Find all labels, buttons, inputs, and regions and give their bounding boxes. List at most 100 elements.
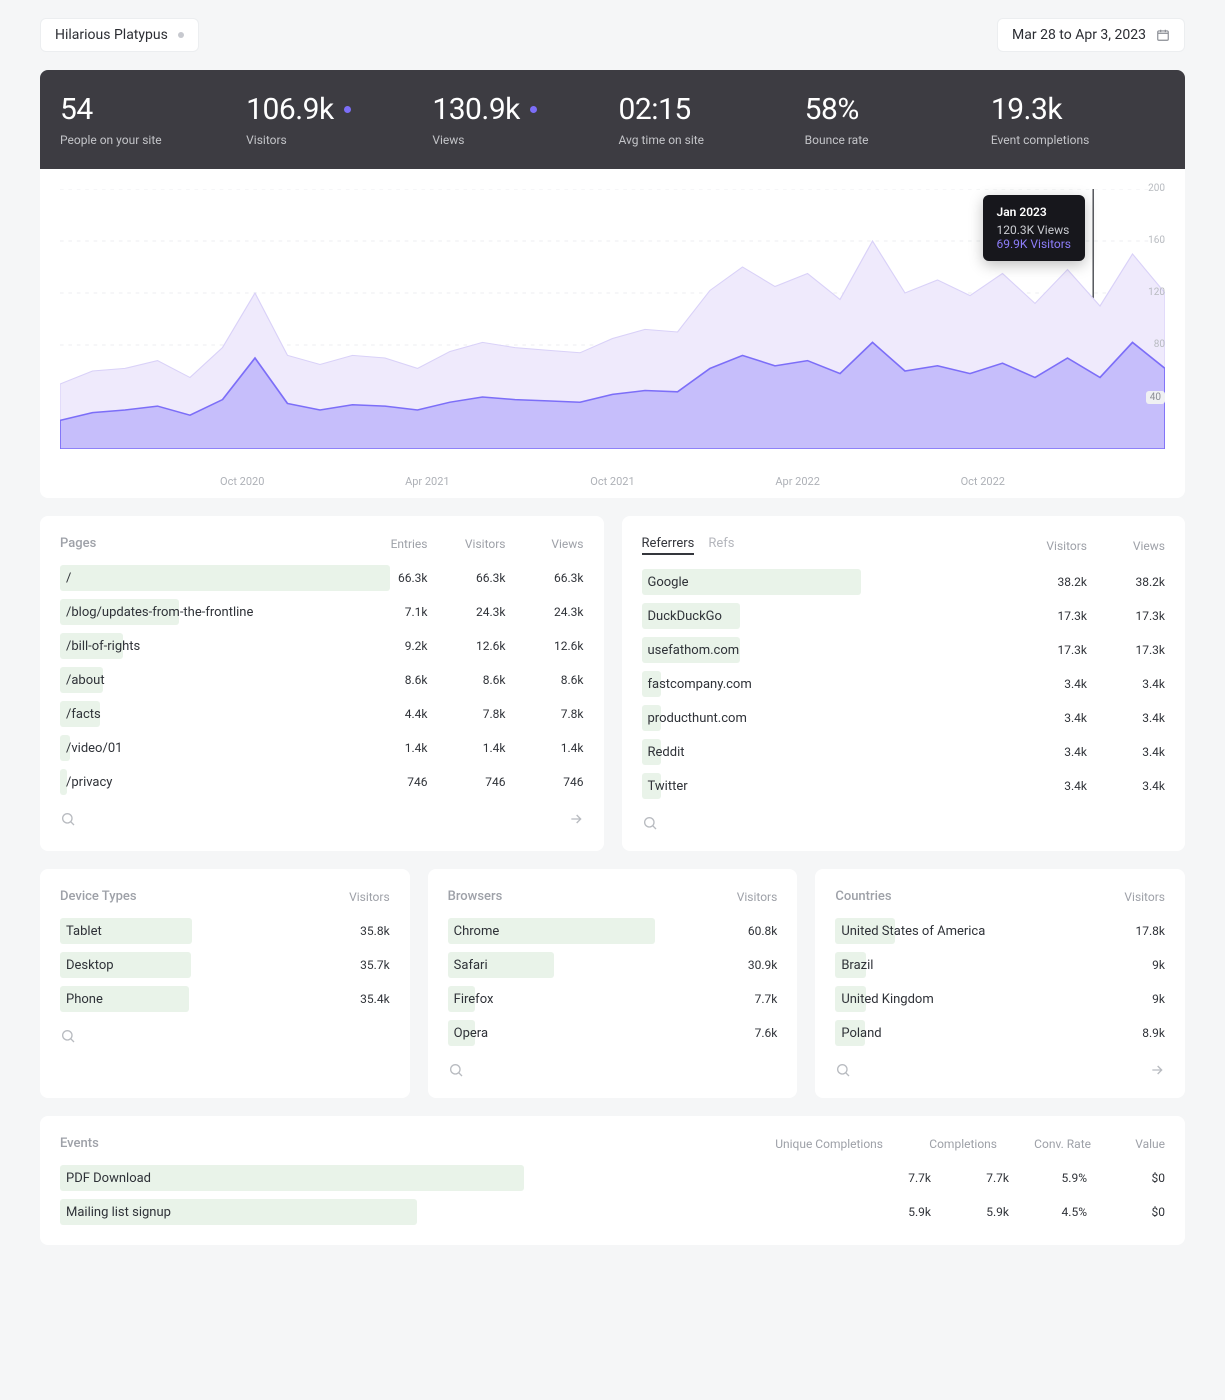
events-columns: Unique CompletionsCompletionsConv. RateV… xyxy=(773,1137,1165,1151)
x-tick-label: Oct 2022 xyxy=(961,475,1005,488)
row-value: 3.4k xyxy=(1111,677,1165,691)
list-item[interactable]: Firefox7.7k xyxy=(448,986,778,1012)
list-item[interactable]: Chrome60.8k xyxy=(448,918,778,944)
row-label: Opera xyxy=(448,1026,724,1041)
stat-item[interactable]: 58%Bounce rate xyxy=(805,92,979,147)
list-item[interactable]: Opera7.6k xyxy=(448,1020,778,1046)
list-item[interactable]: /66.3k66.3k66.3k xyxy=(60,565,584,591)
row-label: Brazil xyxy=(835,958,1111,973)
arrow-right-icon[interactable] xyxy=(1149,1062,1165,1078)
dropdown-indicator-icon xyxy=(178,32,184,38)
list-item[interactable]: Mailing list signup5.9k5.9k4.5%$0 xyxy=(60,1199,1165,1225)
row-value: 1.4k xyxy=(374,741,428,755)
row-value: 30.9k xyxy=(723,958,777,972)
row-label: PDF Download xyxy=(60,1171,877,1186)
list-item[interactable]: PDF Download7.7k7.7k5.9%$0 xyxy=(60,1165,1165,1191)
list-item[interactable]: /blog/updates-from-the-frontline7.1k24.3… xyxy=(60,599,584,625)
date-range-label: Mar 28 to Apr 3, 2023 xyxy=(1012,27,1146,43)
row-value: 17.8k xyxy=(1111,924,1165,938)
row-value: 4.5% xyxy=(1033,1205,1087,1219)
countries-title: Countries xyxy=(835,889,891,904)
list-item[interactable]: Poland8.9k xyxy=(835,1020,1165,1046)
tab-refs[interactable]: Refs xyxy=(708,536,734,555)
stat-item[interactable]: 02:15Avg time on site xyxy=(619,92,793,147)
row-label: /blog/updates-from-the-frontline xyxy=(60,605,374,620)
row-label: Firefox xyxy=(448,992,724,1007)
stat-label: People on your site xyxy=(60,133,234,147)
list-item[interactable]: Google38.2k38.2k xyxy=(642,569,1166,595)
tooltip-views: 120.3K Views xyxy=(997,223,1071,237)
list-item[interactable]: Reddit3.4k3.4k xyxy=(642,739,1166,765)
arrow-right-icon[interactable] xyxy=(568,811,584,827)
list-item[interactable]: Phone35.4k xyxy=(60,986,390,1012)
row-label: Poland xyxy=(835,1026,1111,1041)
date-range-selector[interactable]: Mar 28 to Apr 3, 2023 xyxy=(997,18,1185,52)
events-list: PDF Download7.7k7.7k5.9%$0Mailing list s… xyxy=(60,1165,1165,1225)
row-label: /about xyxy=(60,673,374,688)
row-value: 9k xyxy=(1111,992,1165,1006)
stat-label: Event completions xyxy=(991,133,1165,147)
list-item[interactable]: Brazil9k xyxy=(835,952,1165,978)
column-header: Views xyxy=(1111,539,1165,553)
row-value: 3.4k xyxy=(1033,711,1087,725)
column-header: Completions xyxy=(907,1137,997,1151)
stat-item[interactable]: 19.3k Event completions xyxy=(991,92,1165,147)
browsers-card: Browsers Visitors Chrome60.8kSafari30.9k… xyxy=(428,869,798,1098)
row-value: 3.4k xyxy=(1111,745,1165,759)
stat-value: 130.9k xyxy=(432,92,520,127)
search-icon[interactable] xyxy=(835,1062,851,1078)
row-value: 9.2k xyxy=(374,639,428,653)
row-value: 746 xyxy=(452,775,506,789)
stat-label: Visitors xyxy=(246,133,420,147)
list-item[interactable]: Twitter3.4k3.4k xyxy=(642,773,1166,799)
row-label: /privacy xyxy=(60,775,374,790)
list-item[interactable]: /privacy746746746 xyxy=(60,769,584,795)
stat-item[interactable]: 106.9kVisitors xyxy=(246,92,420,147)
row-value: 38.2k xyxy=(1111,575,1165,589)
list-item[interactable]: DuckDuckGo17.3k17.3k xyxy=(642,603,1166,629)
events-card: Events Unique CompletionsCompletionsConv… xyxy=(40,1116,1185,1245)
list-item[interactable]: usefathom.com17.3k17.3k xyxy=(642,637,1166,663)
row-value: 5.9% xyxy=(1033,1171,1087,1185)
list-item[interactable]: /about8.6k8.6k8.6k xyxy=(60,667,584,693)
traffic-chart[interactable]: 2001601208040 Jan 2023 120.3K Views 69.9… xyxy=(60,189,1165,469)
row-label: Tablet xyxy=(60,924,336,939)
list-item[interactable]: Safari30.9k xyxy=(448,952,778,978)
search-icon[interactable] xyxy=(642,815,658,831)
countries-card: Countries Visitors United States of Amer… xyxy=(815,869,1185,1098)
row-label: DuckDuckGo xyxy=(642,609,1034,624)
site-selector[interactable]: Hilarious Platypus xyxy=(40,18,199,52)
tab-referrers[interactable]: Referrers xyxy=(642,536,695,555)
row-value: $0 xyxy=(1111,1205,1165,1219)
stat-item[interactable]: 130.9kViews xyxy=(432,92,606,147)
list-item[interactable]: United States of America17.8k xyxy=(835,918,1165,944)
stat-item[interactable]: 54People on your site xyxy=(60,92,234,147)
row-value: 12.6k xyxy=(452,639,506,653)
devices-card: Device Types Visitors Tablet35.8kDesktop… xyxy=(40,869,410,1098)
list-item[interactable]: /video/011.4k1.4k1.4k xyxy=(60,735,584,761)
list-item[interactable]: Tablet35.8k xyxy=(60,918,390,944)
list-item[interactable]: fastcompany.com3.4k3.4k xyxy=(642,671,1166,697)
list-item[interactable]: /facts4.4k7.8k7.8k xyxy=(60,701,584,727)
browsers-list: Chrome60.8k Safari30.9k Firefox7.7k Opera7.… xyxy=(448,918,778,1046)
row-value: 1.4k xyxy=(530,741,584,755)
row-value: 3.4k xyxy=(1033,677,1087,691)
search-icon[interactable] xyxy=(60,1028,76,1044)
list-item[interactable]: /bill-of-rights9.2k12.6k12.6k xyxy=(60,633,584,659)
calendar-icon xyxy=(1156,28,1170,42)
list-item[interactable]: Desktop35.7k xyxy=(60,952,390,978)
y-tick-label: 160 xyxy=(1148,235,1165,246)
search-icon[interactable] xyxy=(60,811,76,827)
list-item[interactable]: United Kingdom9k xyxy=(835,986,1165,1012)
column-header: Visitors xyxy=(452,537,506,551)
referrers-tabs: Referrers Refs xyxy=(642,536,735,555)
stat-label: Avg time on site xyxy=(619,133,793,147)
row-value: 35.7k xyxy=(336,958,390,972)
stat-value: 19.3k xyxy=(991,92,1062,127)
column-header: Visitors xyxy=(723,890,777,904)
row-label: fastcompany.com xyxy=(642,677,1034,692)
row-value: 66.3k xyxy=(530,571,584,585)
search-icon[interactable] xyxy=(448,1062,464,1078)
list-item[interactable]: producthunt.com3.4k3.4k xyxy=(642,705,1166,731)
countries-columns: Visitors xyxy=(1111,890,1165,904)
